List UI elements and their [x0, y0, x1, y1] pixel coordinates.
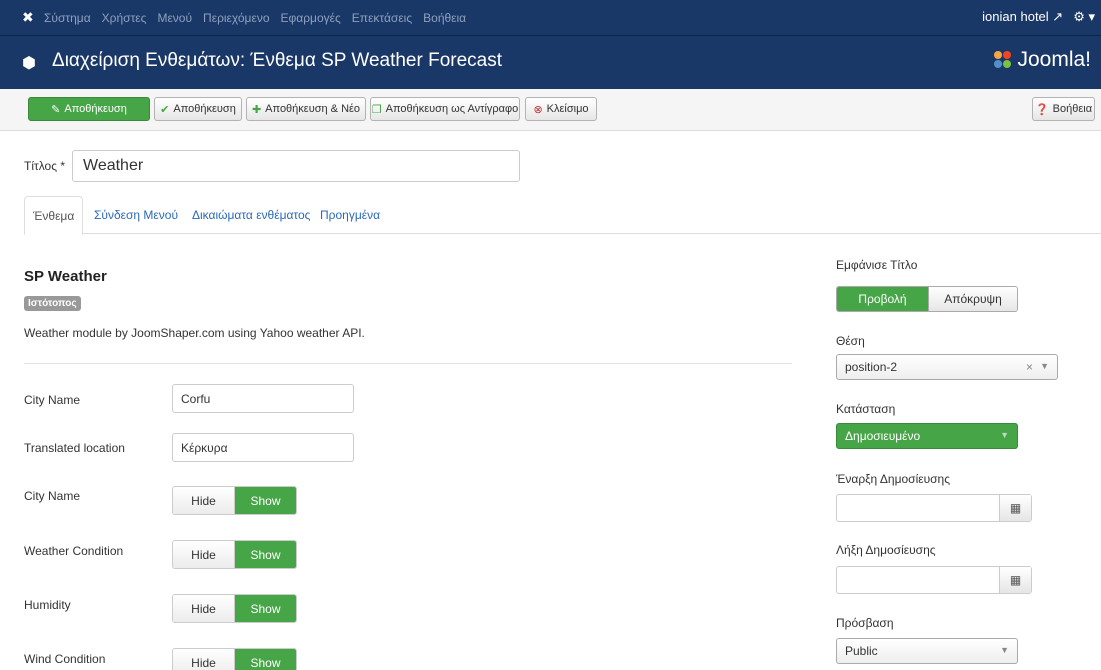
- access-label: Πρόσβαση: [836, 616, 894, 630]
- publish-end-input[interactable]: ▦: [836, 566, 1032, 594]
- toolbar: ✎ Αποθήκευση ✔ Αποθήκευση ✚ Αποθήκευση & Νέ…: [0, 89, 1101, 131]
- menu-content[interactable]: Περιεχόμενο: [203, 11, 269, 25]
- check-icon: ✔: [160, 103, 170, 116]
- translated-location-label: Translated location: [24, 441, 125, 455]
- site-badge: Ιστότοπος: [24, 296, 81, 311]
- toggle-label: Humidity: [24, 598, 71, 612]
- show-title-toggle[interactable]: Προβολή Απόκρυψη: [836, 286, 1018, 312]
- access-select[interactable]: Public ▼: [836, 638, 1018, 664]
- city-name-input[interactable]: Corfu: [172, 384, 354, 413]
- menu-help[interactable]: Βοήθεια: [423, 11, 466, 25]
- title-input[interactable]: Weather: [72, 150, 520, 182]
- hide-option[interactable]: Hide: [173, 649, 235, 670]
- calendar-icon[interactable]: ▦: [999, 495, 1031, 521]
- external-link-icon: ↗: [1052, 9, 1064, 24]
- joomla-logo-icon[interactable]: ✖: [22, 9, 34, 26]
- menu-menus[interactable]: Μενού: [157, 11, 192, 25]
- copy-icon: ❐: [371, 103, 382, 116]
- main-menu: Σύστημα Χρήστες Μενού Περιεχόμενο Εφαρμο…: [44, 11, 466, 25]
- joomla-mark-icon: [994, 51, 1012, 69]
- question-icon: ❓: [1034, 103, 1049, 116]
- joomla-brand: Joomla!: [994, 48, 1091, 72]
- site-link[interactable]: ionian hotel ↗: [982, 9, 1063, 25]
- toggle-label: City Name: [24, 489, 81, 503]
- divider: [24, 363, 792, 364]
- hide-option[interactable]: Hide: [173, 541, 235, 568]
- page-header: ⬢ Διαχείριση Ενθεμάτων: Ένθεμα SP Weathe…: [0, 36, 1101, 89]
- title-label: Τίτλος *: [24, 159, 66, 173]
- wind-condition-toggle[interactable]: Hide Show: [172, 648, 297, 670]
- module-title: SP Weather: [24, 268, 107, 285]
- show-option[interactable]: Show: [235, 541, 296, 568]
- menu-components[interactable]: Εφαρμογές: [281, 11, 341, 25]
- toggle-label: Weather Condition: [24, 544, 124, 558]
- toggle-label: Wind Condition: [24, 652, 106, 666]
- save-button[interactable]: ✎ Αποθήκευση: [28, 97, 150, 121]
- tab-bar: Ένθεμα Σύνδεση Μενού Δικαιώματα ενθέματο…: [24, 196, 1101, 235]
- hide-option[interactable]: Απόκρυψη: [928, 287, 1017, 311]
- gear-icon[interactable]: ⚙ ▾: [1073, 9, 1095, 25]
- close-icon: ⊗: [533, 103, 543, 116]
- status-value: Δημοσιευμένο: [845, 429, 921, 443]
- publish-end-label: Λήξη Δημοσίευσης: [836, 543, 936, 557]
- translated-location-input[interactable]: Κέρκυρα: [172, 433, 354, 462]
- chevron-down-icon: ▼: [1040, 361, 1049, 371]
- city-name-toggle[interactable]: Hide Show: [172, 486, 297, 515]
- position-value: position-2: [845, 360, 898, 374]
- position-select[interactable]: position-2 × ▼: [836, 354, 1058, 380]
- tab-menu-assignment[interactable]: Σύνδεση Μενού: [94, 196, 178, 234]
- site-name: ionian hotel: [982, 9, 1049, 24]
- edit-icon: ✎: [51, 103, 61, 116]
- save-copy-button[interactable]: ❐ Αποθήκευση ως Αντίγραφο: [370, 97, 520, 121]
- module-description: Weather module by JoomShaper.com using Y…: [24, 326, 365, 340]
- save-new-button[interactable]: ✚ Αποθήκευση & Νέο: [246, 97, 366, 121]
- menu-system[interactable]: Σύστημα: [44, 11, 91, 25]
- show-option[interactable]: Show: [235, 487, 296, 514]
- access-value: Public: [845, 644, 878, 658]
- status-select[interactable]: Δημοσιευμένο ▼: [836, 423, 1018, 449]
- topnav-right: ionian hotel ↗ ⚙ ▾: [982, 9, 1095, 25]
- help-button[interactable]: ❓ Βοήθεια: [1032, 97, 1095, 121]
- page-title: Διαχείριση Ενθεμάτων: Ένθεμα SP Weather …: [52, 50, 503, 71]
- clear-icon[interactable]: ×: [1026, 360, 1033, 374]
- plus-icon: ✚: [251, 103, 262, 116]
- weather-condition-toggle[interactable]: Hide Show: [172, 540, 297, 569]
- show-title-label: Εμφάνισε Τίτλο: [836, 258, 918, 272]
- show-option[interactable]: Προβολή: [837, 287, 928, 311]
- city-name-label: City Name: [24, 393, 81, 407]
- menu-users[interactable]: Χρήστες: [102, 11, 147, 25]
- close-button[interactable]: ⊗ Κλείσιμο: [525, 97, 597, 121]
- admin-menubar: ✖ Σύστημα Χρήστες Μενού Περιεχόμενο Εφαρ…: [0, 0, 1101, 36]
- tab-advanced[interactable]: Προηγμένα: [320, 196, 380, 234]
- menu-extensions[interactable]: Επεκτάσεις: [352, 11, 412, 25]
- joomla-wordmark: Joomla!: [1017, 48, 1091, 71]
- hide-option[interactable]: Hide: [173, 595, 235, 622]
- chevron-down-icon: ▼: [1000, 645, 1009, 655]
- show-option[interactable]: Show: [235, 649, 296, 670]
- humidity-toggle[interactable]: Hide Show: [172, 594, 297, 623]
- position-label: Θέση: [836, 334, 865, 348]
- calendar-icon[interactable]: ▦: [999, 567, 1031, 593]
- show-option[interactable]: Show: [235, 595, 296, 622]
- hide-option[interactable]: Hide: [173, 487, 235, 514]
- publish-start-input[interactable]: ▦: [836, 494, 1032, 522]
- cube-icon: ⬢: [22, 55, 36, 72]
- status-label: Κατάσταση: [836, 402, 896, 416]
- tab-module[interactable]: Ένθεμα: [24, 196, 84, 235]
- chevron-down-icon: ▼: [1000, 430, 1009, 440]
- save-close-button[interactable]: ✔ Αποθήκευση: [154, 97, 242, 121]
- publish-start-label: Έναρξη Δημοσίευσης: [836, 472, 951, 486]
- tab-permissions[interactable]: Δικαιώματα ενθέματος: [192, 196, 310, 234]
